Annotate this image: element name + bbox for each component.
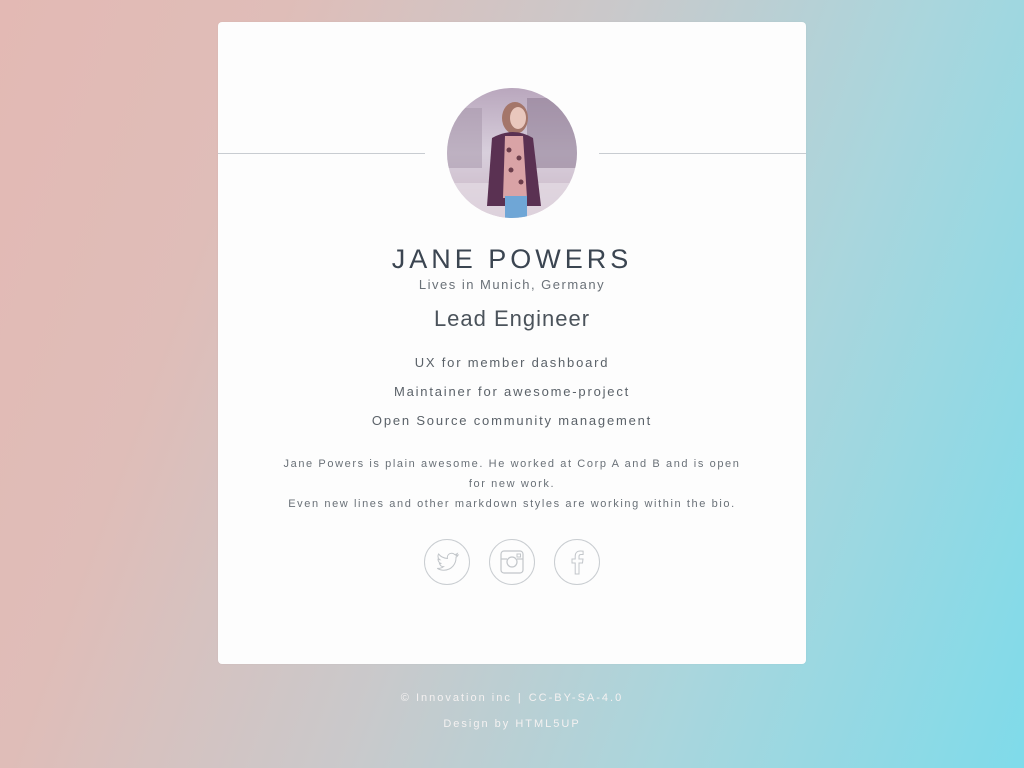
footer-credits-line: Design by HTML5UP bbox=[0, 718, 1024, 730]
facebook-icon bbox=[571, 550, 584, 575]
profile-location: Lives in Munich, Germany bbox=[418, 277, 606, 292]
profile-name: JANE POWERS bbox=[391, 244, 633, 274]
footer-copyright: © Innovation inc bbox=[400, 692, 512, 704]
profile-bio: Jane Powers is plain awesome. He worked … bbox=[258, 454, 766, 514]
profile-card: JANE POWERS Lives in Munich, Germany Lea… bbox=[218, 22, 806, 664]
bio-line: for new work. bbox=[468, 478, 556, 490]
twitter-link[interactable] bbox=[424, 539, 470, 585]
responsibility-item: UX for member dashboard bbox=[414, 355, 610, 370]
footer-design-prefix: Design by bbox=[443, 718, 511, 730]
divider-left bbox=[218, 153, 425, 154]
footer-license: CC-BY-SA-4.0 bbox=[528, 692, 624, 704]
responsibility-item: Open Source community management bbox=[371, 413, 653, 428]
avatar bbox=[447, 88, 577, 218]
responsibility-item: Maintainer for awesome-project bbox=[393, 384, 631, 399]
facebook-link[interactable] bbox=[554, 539, 600, 585]
bio-line: Jane Powers is plain awesome. He worked … bbox=[283, 458, 741, 470]
bio-line: Even new lines and other markdown styles… bbox=[288, 498, 736, 510]
footer-copyright-line: © Innovation inc | CC-BY-SA-4.0 bbox=[0, 692, 1024, 704]
footer-separator: | bbox=[517, 692, 523, 704]
divider-right bbox=[599, 153, 806, 154]
instagram-icon bbox=[500, 550, 524, 574]
profile-role: Lead Engineer bbox=[433, 306, 591, 331]
instagram-link[interactable] bbox=[489, 539, 535, 585]
footer-design-link[interactable]: HTML5UP bbox=[515, 718, 580, 730]
social-links bbox=[424, 539, 600, 585]
twitter-icon bbox=[436, 552, 460, 571]
